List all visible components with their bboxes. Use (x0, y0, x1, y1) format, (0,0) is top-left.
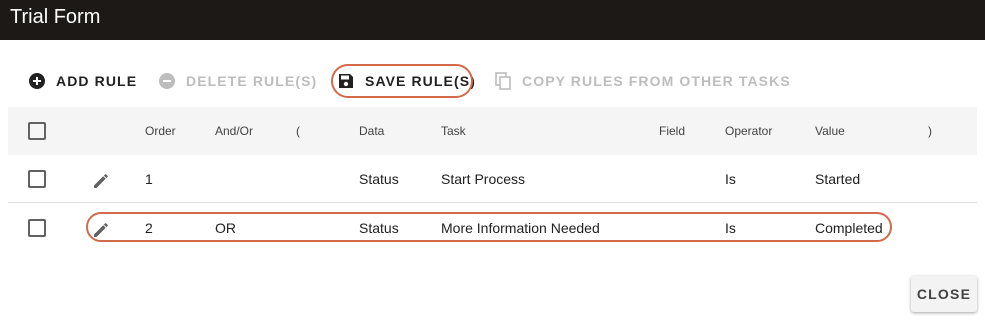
header-open-paren[interactable]: ( (296, 107, 300, 155)
close-button[interactable]: CLOSE (911, 276, 977, 312)
save-button-highlight (331, 64, 473, 98)
rules-toolbar: ADD RULE DELETE RULE(S) SAVE RULE(S) COP… (0, 62, 985, 100)
cell-order: 1 (145, 170, 153, 187)
add-rule-label: ADD RULE (56, 73, 138, 89)
cell-operator: Is (725, 170, 736, 187)
dialog-title-bar: Trial Form (0, 0, 985, 40)
header-data[interactable]: Data (359, 107, 384, 155)
row-highlight (86, 212, 892, 242)
cell-task: Start Process (441, 170, 526, 187)
pencil-icon[interactable] (92, 170, 112, 190)
cell-value: Started (815, 170, 861, 187)
copy-rules-button[interactable]: COPY RULES FROM OTHER TASKS (494, 62, 791, 100)
delete-rules-button[interactable]: DELETE RULE(S) (158, 62, 317, 100)
add-rule-button[interactable]: ADD RULE (28, 62, 137, 100)
header-value[interactable]: Value (815, 107, 845, 155)
dialog-title: Trial Form (10, 6, 101, 28)
add-circle-icon (28, 72, 46, 90)
header-order[interactable]: Order (145, 107, 176, 155)
row-checkbox[interactable] (28, 170, 46, 188)
row-checkbox[interactable] (28, 219, 46, 237)
delete-rules-label: DELETE RULE(S) (186, 73, 318, 89)
header-operator[interactable]: Operator (725, 107, 772, 155)
header-field[interactable]: Field (659, 107, 685, 155)
remove-circle-icon (158, 72, 176, 90)
cell-data: Status (359, 170, 399, 187)
table-row[interactable]: 1 Status Start Process Is Started (8, 155, 977, 203)
select-all-checkbox[interactable] (28, 122, 46, 140)
header-task[interactable]: Task (441, 107, 466, 155)
header-andor[interactable]: And/Or (215, 107, 253, 155)
copy-icon (494, 72, 512, 90)
copy-rules-label: COPY RULES FROM OTHER TASKS (522, 73, 791, 89)
table-header-row: Order And/Or ( Data Task Field Operator … (8, 107, 977, 155)
header-close-paren[interactable]: ) (928, 107, 932, 155)
